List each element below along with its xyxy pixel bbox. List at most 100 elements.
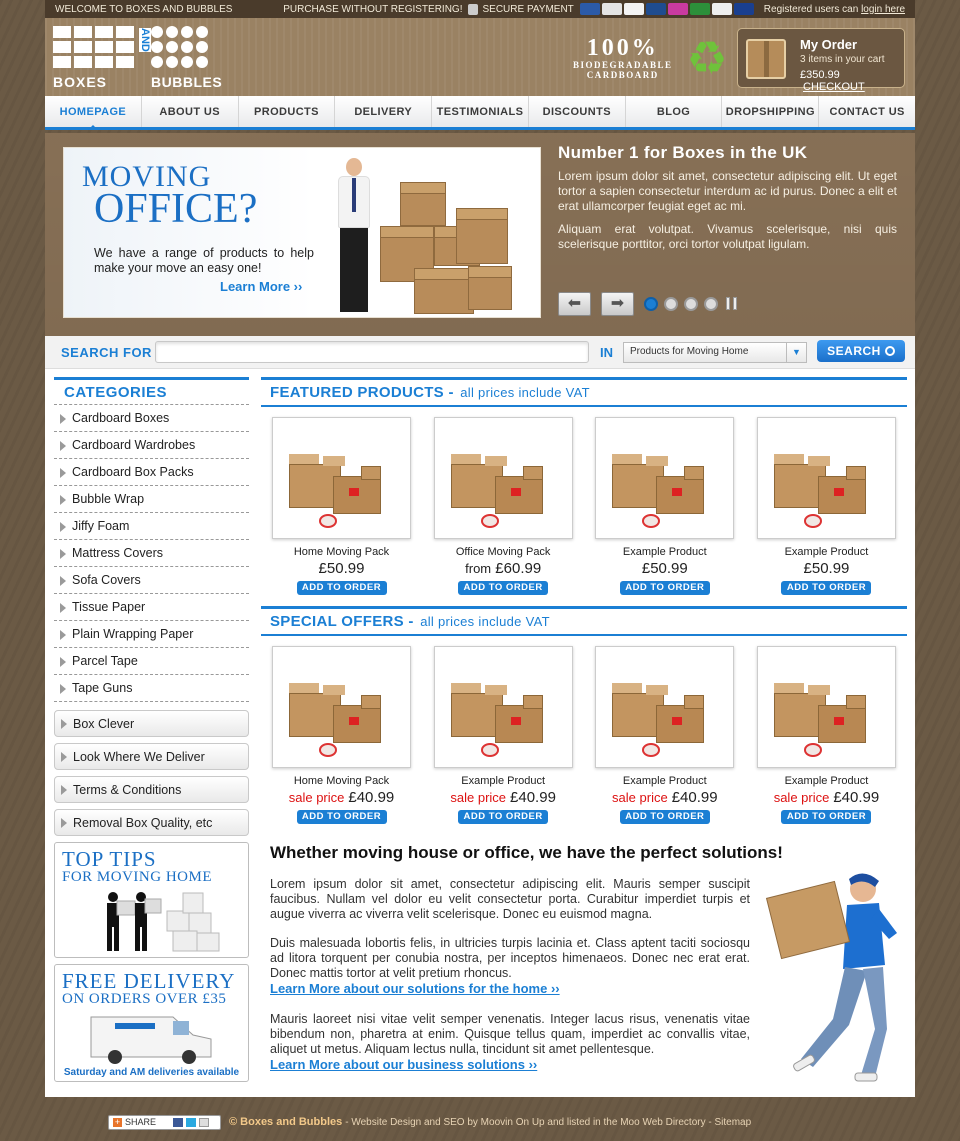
fragile-label [349, 717, 359, 725]
purchase-text: PURCHASE WITHOUT REGISTERING! [283, 3, 463, 15]
slide-dot[interactable] [684, 297, 698, 311]
box-shape [646, 456, 669, 466]
product-name[interactable]: Office Moving Pack [434, 546, 573, 558]
product-card: Home Moving Pack £50.99 ADD TO ORDER [272, 417, 411, 606]
product-name[interactable]: Home Moving Pack [272, 775, 411, 787]
share-label: SHARE [125, 1117, 157, 1127]
solutions-section: Whether moving house or office, we have … [270, 843, 783, 1088]
search-button[interactable]: SEARCH [817, 340, 905, 362]
specials-title: SPECIAL OFFERS - [270, 613, 414, 630]
add-to-order-button[interactable]: ADD TO ORDER [296, 810, 387, 824]
tips-line2: FOR MOVING HOME [62, 869, 213, 885]
box-shape [323, 456, 345, 466]
delivery-line3: Saturday and AM deliveries available [63, 1067, 240, 1078]
category-item[interactable]: Cardboard Boxes [54, 405, 249, 432]
product-price: from £60.99 [465, 560, 542, 577]
category-item[interactable]: Tape Guns [54, 675, 249, 702]
category-item[interactable]: Plain Wrapping Paper [54, 621, 249, 648]
solutions-paragraph-2: Duis malesuada lobortis felis, in ultric… [270, 936, 750, 980]
home-solutions-link[interactable]: Learn More about our solutions for the h… [270, 981, 750, 996]
businessman-image [326, 156, 386, 316]
business-solutions-link[interactable]: Learn More about our business solutions … [270, 1057, 750, 1072]
category-item[interactable]: Cardboard Wardrobes [54, 432, 249, 459]
product-image[interactable] [433, 646, 573, 768]
product-card: Example Product sale price £40.99 ADD TO … [756, 646, 896, 835]
product-name[interactable]: Example Product [757, 775, 896, 787]
product-name[interactable]: Home Moving Pack [272, 546, 411, 558]
slide-dot[interactable] [664, 297, 678, 311]
nav-contact-us[interactable]: CONTACT US [819, 96, 915, 127]
box-clever-link[interactable]: Box Clever [54, 710, 249, 737]
product-image[interactable] [595, 417, 735, 539]
badge-line1: BIODEGRADABLE [573, 60, 673, 70]
product-image[interactable] [272, 417, 411, 539]
fragile-label [672, 488, 683, 496]
pause-icon[interactable] [726, 297, 739, 311]
nav-delivery[interactable]: DELIVERY [335, 96, 433, 127]
recycle-icon: ♻ [686, 32, 728, 84]
add-to-order-button[interactable]: ADD TO ORDER [458, 581, 549, 595]
add-to-order-button[interactable]: ADD TO ORDER [458, 810, 549, 824]
share-button[interactable]: + SHARE [108, 1114, 221, 1130]
my-order-panel[interactable]: My Order 3 items in your cart £350.99 CH… [737, 28, 905, 93]
nav-homepage[interactable]: HOMEPAGE [45, 96, 142, 130]
category-item[interactable]: Bubble Wrap [54, 486, 249, 513]
product-image[interactable] [272, 646, 411, 768]
specials-heading: SPECIAL OFFERS - all prices include VAT [261, 606, 907, 636]
add-to-order-button[interactable]: ADD TO ORDER [296, 581, 387, 595]
footer: + SHARE © Boxes and Bubbles - Website De… [108, 1114, 868, 1130]
add-to-order-button[interactable]: ADD TO ORDER [619, 581, 710, 595]
product-name[interactable]: Example Product [434, 775, 573, 787]
product-image[interactable] [433, 417, 573, 539]
logo-boxes-grid [53, 26, 139, 68]
search-category-value: Products for Moving Home [630, 346, 749, 357]
logo[interactable]: AND BOXES BUBBLES [53, 26, 222, 90]
fragile-label [349, 488, 359, 496]
quality-link[interactable]: Removal Box Quality, etc [54, 809, 249, 836]
add-to-order-button[interactable]: ADD TO ORDER [781, 810, 872, 824]
prev-arrow-icon[interactable]: ⬅ [558, 292, 591, 316]
banner-learn-more-link[interactable]: Learn More ›› [220, 279, 302, 294]
login-link[interactable]: login here [861, 4, 905, 15]
hero-banner[interactable]: MOVING OFFICE? We have a range of produc… [63, 147, 541, 318]
tape-roll [803, 743, 822, 757]
fragile-label [510, 488, 521, 496]
nav-discounts[interactable]: DISCOUNTS [529, 96, 626, 127]
nav-dropshipping[interactable]: DROPSHIPPING [722, 96, 820, 127]
product-image[interactable] [595, 646, 735, 768]
category-item[interactable]: Tissue Paper [54, 594, 249, 621]
product-image[interactable] [756, 646, 896, 768]
add-to-order-button[interactable]: ADD TO ORDER [619, 810, 710, 824]
search-input[interactable] [155, 341, 589, 363]
deliver-link[interactable]: Look Where We Deliver [54, 743, 249, 770]
top-tips-promo[interactable]: TOP TIPS FOR MOVING HOME [54, 842, 249, 958]
add-to-order-button[interactable]: ADD TO ORDER [781, 581, 872, 595]
banner-copy: We have a range of products to help make… [94, 246, 314, 275]
tips-line1: TOP TIPS [62, 847, 157, 871]
facebook-icon [173, 1117, 184, 1127]
nav-about-us[interactable]: ABOUT US [142, 96, 239, 127]
category-item[interactable]: Parcel Tape [54, 648, 249, 675]
category-item[interactable]: Cardboard Box Packs [54, 459, 249, 486]
nav-products[interactable]: PRODUCTS [239, 96, 336, 127]
footer-credits[interactable]: - Website Design and SEO by Moovin On Up… [345, 1117, 751, 1128]
category-item[interactable]: Sofa Covers [54, 567, 249, 594]
slide-dot[interactable] [704, 297, 718, 311]
product-image[interactable] [756, 417, 896, 539]
checkout-link[interactable]: CHECKOUT [803, 81, 865, 93]
search-in-label: IN [600, 345, 613, 360]
nav-blog[interactable]: BLOG [626, 96, 723, 127]
free-delivery-promo[interactable]: FREE DELIVERY ON ORDERS OVER £35 Saturda… [54, 964, 249, 1082]
fragile-label [833, 717, 844, 725]
product-name[interactable]: Example Product [757, 546, 896, 558]
category-item[interactable]: Jiffy Foam [54, 513, 249, 540]
next-arrow-icon[interactable]: ➡ [601, 292, 634, 316]
category-item[interactable]: Mattress Covers [54, 540, 249, 567]
product-name[interactable]: Example Product [595, 546, 734, 558]
product-name[interactable]: Example Product [595, 775, 734, 787]
terms-link[interactable]: Terms & Conditions [54, 776, 249, 803]
slide-dot[interactable] [644, 297, 658, 311]
search-category-select[interactable]: Products for Moving Home ▼ [623, 342, 807, 363]
logo-bubbles-dots [151, 26, 208, 68]
nav-testimonials[interactable]: TESTIMONIALS [432, 96, 529, 127]
